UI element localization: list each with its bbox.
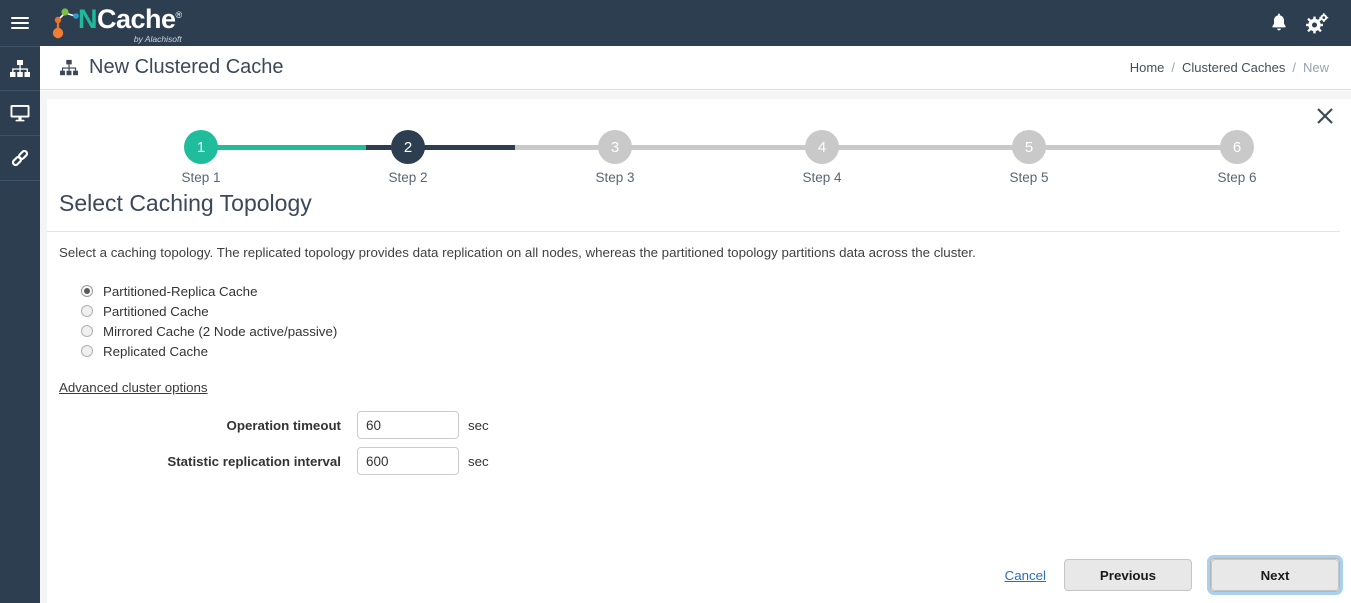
radio-option-partitioned-cache[interactable]: Partitioned Cache [81, 301, 337, 321]
page-header-left: New Clustered Cache [40, 56, 284, 79]
page-title: New Clustered Cache [89, 56, 284, 78]
step-connector-2 [415, 145, 515, 150]
cancel-button[interactable]: Cancel [1005, 568, 1046, 583]
step-label: Step 2 [388, 170, 428, 185]
breadcrumb-home[interactable]: Home [1130, 60, 1165, 75]
step-label: Step 3 [595, 170, 635, 185]
logo-subtitle: by Alachisoft [133, 33, 182, 44]
sidebar-item-monitoring[interactable] [0, 91, 40, 136]
step-circle: 1 [184, 130, 218, 164]
step-label: Step 4 [802, 170, 842, 185]
left-sidebar [0, 46, 40, 603]
next-button-focus-ring: Next [1210, 558, 1340, 592]
step-label: Step 5 [1009, 170, 1049, 185]
top-navigation-bar: NCache® by Alachisoft [0, 0, 1351, 46]
operation-timeout-unit: sec [468, 417, 489, 433]
radio-indicator[interactable] [81, 305, 93, 317]
step-connector-1a [201, 145, 366, 150]
ncache-wordmark: NCache® [78, 3, 183, 34]
radio-label: Partitioned Cache [103, 303, 209, 319]
breadcrumb-clustered-caches[interactable]: Clustered Caches [1182, 60, 1285, 75]
link-chain-icon [11, 149, 29, 167]
cluster-sitemap-icon [10, 59, 30, 77]
radio-indicator[interactable] [81, 285, 93, 297]
ncache-logo-mark [52, 8, 79, 39]
step-circle: 5 [1012, 130, 1046, 164]
operation-timeout-label: Operation timeout [226, 417, 341, 433]
step-circle: 4 [805, 130, 839, 164]
hamburger-bar [11, 27, 29, 29]
logo-letters-cache: Cache [97, 3, 176, 34]
operation-timeout-input[interactable] [357, 411, 459, 439]
close-icon[interactable] [1311, 102, 1339, 130]
registered-mark: ® [175, 9, 183, 20]
radio-label: Mirrored Cache (2 Node active/passive) [103, 323, 338, 339]
stepper-step-6[interactable]: 6 Step 6 [1217, 130, 1257, 185]
form-row-statistic-replication-interval: Statistic replication interval sec [59, 447, 559, 475]
radio-option-replicated-cache[interactable]: Replicated Cache [81, 341, 337, 361]
ncache-logo-text: NCache® by Alachisoft [78, 3, 183, 47]
stepper-step-2[interactable]: 2 Step 2 [388, 130, 428, 185]
hamburger-menu-icon[interactable] [0, 0, 40, 46]
step-circle: 3 [598, 130, 632, 164]
statistic-replication-interval-unit: sec [468, 453, 489, 469]
radio-indicator[interactable] [81, 345, 93, 357]
radio-option-partitioned-replica-cache[interactable]: Partitioned-Replica Cache [81, 281, 337, 301]
step-circle: 2 [391, 130, 425, 164]
monitor-icon [10, 105, 30, 122]
next-button[interactable]: Next [1211, 559, 1339, 591]
step-circle: 6 [1220, 130, 1254, 164]
step-label: Step 1 [181, 170, 221, 185]
advanced-cluster-options-link[interactable]: Advanced cluster options [59, 380, 208, 395]
ncache-logo[interactable]: NCache® by Alachisoft [48, 0, 182, 46]
section-title: Select Caching Topology [59, 190, 312, 216]
sidebar-item-clustered-caches[interactable] [0, 46, 40, 91]
hamburger-bar [11, 22, 29, 24]
hamburger-bar [11, 17, 29, 19]
page-header: New Clustered Cache Home / Clustered Cac… [40, 46, 1351, 90]
advanced-options-form: Operation timeout sec Statistic replicat… [59, 411, 559, 483]
breadcrumb-current: New [1302, 60, 1329, 75]
statistic-replication-interval-input[interactable] [357, 447, 459, 475]
sidebar-item-bridges[interactable] [0, 136, 40, 181]
breadcrumb-separator: / [1292, 60, 1296, 75]
section-divider [47, 231, 1340, 232]
step-label: Step 6 [1217, 170, 1257, 185]
stepper-step-4[interactable]: 4 Step 4 [802, 130, 842, 185]
breadcrumb-separator: / [1171, 60, 1176, 75]
logo-letter-n: N [78, 3, 98, 34]
radio-label: Replicated Cache [103, 343, 208, 359]
wizard-footer: Cancel Previous Next [59, 558, 1340, 592]
topbar-actions [1270, 12, 1351, 34]
radio-indicator[interactable] [81, 325, 93, 337]
bell-icon[interactable] [1270, 13, 1288, 33]
previous-button[interactable]: Previous [1064, 559, 1192, 591]
form-row-operation-timeout: Operation timeout sec [59, 411, 559, 439]
stepper-step-5[interactable]: 5 Step 5 [1009, 130, 1049, 185]
section-description: Select a caching topology. The replicate… [59, 245, 976, 260]
breadcrumb: Home / Clustered Caches / New [1130, 60, 1351, 75]
radio-label: Partitioned-Replica Cache [103, 283, 258, 299]
topology-radio-group: Partitioned-Replica Cache Partitioned Ca… [81, 281, 337, 361]
stepper-step-3[interactable]: 3 Step 3 [595, 130, 635, 185]
cluster-sitemap-icon [60, 59, 78, 75]
statistic-replication-interval-label: Statistic replication interval [167, 453, 341, 469]
wizard-stepper: 1 Step 1 2 Step 2 3 Step 3 4 Step 4 5 St… [59, 130, 1299, 186]
gears-icon[interactable] [1306, 12, 1329, 34]
radio-option-mirrored-cache[interactable]: Mirrored Cache (2 Node active/passive) [81, 321, 337, 341]
stepper-step-1[interactable]: 1 Step 1 [181, 130, 221, 185]
